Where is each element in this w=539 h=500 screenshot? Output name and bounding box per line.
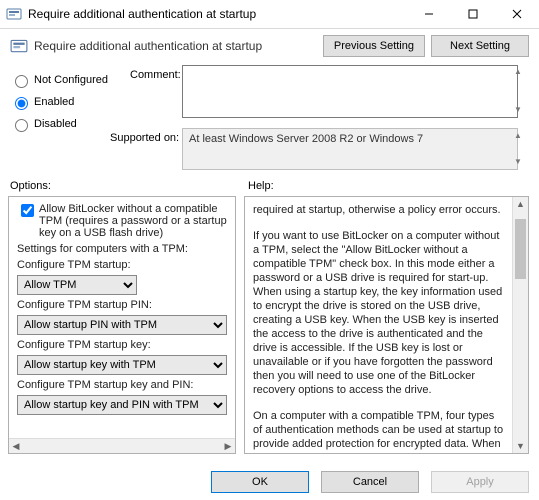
next-setting-button[interactable]: Next Setting: [431, 35, 529, 57]
window-title: Require additional authentication at sta…: [28, 7, 407, 21]
radio-enabled[interactable]: Enabled: [10, 94, 120, 110]
allow-no-tpm-label: Allow BitLocker without a compatible TPM…: [39, 203, 227, 239]
maximize-button[interactable]: [451, 0, 495, 28]
close-button[interactable]: [495, 0, 539, 28]
comment-textarea[interactable]: [182, 65, 518, 118]
radio-enabled-input[interactable]: [15, 97, 28, 110]
scroll-thumb[interactable]: [515, 219, 526, 279]
tpm-pin-select[interactable]: Allow startup PIN with TPM: [17, 315, 227, 335]
tpm-key-pin-select[interactable]: Allow startup key and PIN with TPM: [17, 395, 227, 415]
tpm-key-pin-label: Configure TPM startup key and PIN:: [17, 379, 227, 391]
tpm-startup-select[interactable]: Allow TPM: [17, 275, 137, 295]
options-panel: Allow BitLocker without a compatible TPM…: [8, 196, 236, 454]
options-label: Options:: [10, 180, 51, 192]
scroll-up-icon[interactable]: ▲: [513, 197, 528, 211]
tpm-pin-label: Configure TPM startup PIN:: [17, 299, 227, 311]
radio-disabled-input[interactable]: [15, 119, 28, 132]
supported-on-label: Supported on:: [110, 132, 179, 144]
radio-disabled-label: Disabled: [34, 118, 77, 130]
options-hscrollbar[interactable]: ◀ ▶: [9, 438, 235, 453]
help-text: required at startup, otherwise a policy …: [245, 197, 513, 453]
tpm-key-label: Configure TPM startup key:: [17, 339, 227, 351]
comment-label: Comment:: [130, 69, 181, 81]
help-vscrollbar[interactable]: ▲ ▼: [512, 197, 528, 453]
scroll-track[interactable]: [23, 439, 221, 453]
help-paragraph-2: If you want to use BitLocker on a comput…: [253, 229, 505, 397]
help-label: Help:: [248, 180, 274, 192]
supported-scroll-up-icon[interactable]: ▲: [511, 132, 525, 140]
app-icon: [6, 6, 22, 22]
policy-icon: [10, 37, 28, 55]
scroll-right-icon[interactable]: ▶: [221, 441, 235, 452]
help-panel: required at startup, otherwise a policy …: [244, 196, 529, 454]
state-radio-group: Not Configured Enabled Disabled: [10, 66, 120, 138]
scroll-down-icon[interactable]: ▼: [513, 439, 528, 453]
radio-not-configured[interactable]: Not Configured: [10, 72, 120, 88]
apply-button[interactable]: Apply: [431, 471, 529, 493]
cancel-button[interactable]: Cancel: [321, 471, 419, 493]
supported-on-value: At least Windows Server 2008 R2 or Windo…: [182, 128, 518, 170]
tpm-settings-header: Settings for computers with a TPM:: [17, 243, 227, 255]
title-bar: Require additional authentication at sta…: [0, 0, 539, 29]
help-paragraph-1: required at startup, otherwise a policy …: [253, 203, 505, 217]
dialog-button-bar: OK Cancel Apply: [0, 464, 539, 500]
header: Require additional authentication at sta…: [0, 29, 539, 65]
scroll-left-icon[interactable]: ◀: [9, 441, 23, 452]
help-paragraph-3: On a computer with a compatible TPM, fou…: [253, 409, 505, 453]
previous-setting-button[interactable]: Previous Setting: [323, 35, 425, 57]
radio-enabled-label: Enabled: [34, 96, 74, 108]
comment-scroll-up-icon[interactable]: ▲: [511, 68, 525, 76]
allow-no-tpm-input[interactable]: [21, 204, 34, 217]
tpm-key-select[interactable]: Allow startup key with TPM: [17, 355, 227, 375]
allow-no-tpm-checkbox[interactable]: Allow BitLocker without a compatible TPM…: [17, 203, 227, 239]
page-heading: Require additional authentication at sta…: [34, 39, 317, 53]
radio-not-configured-input[interactable]: [15, 75, 28, 88]
tpm-startup-label: Configure TPM startup:: [17, 259, 227, 271]
radio-disabled[interactable]: Disabled: [10, 116, 120, 132]
supported-scroll-down-icon[interactable]: ▼: [511, 158, 525, 166]
radio-not-configured-label: Not Configured: [34, 74, 108, 86]
minimize-button[interactable]: [407, 0, 451, 28]
ok-button[interactable]: OK: [211, 471, 309, 493]
comment-scroll-down-icon[interactable]: ▼: [511, 106, 525, 114]
